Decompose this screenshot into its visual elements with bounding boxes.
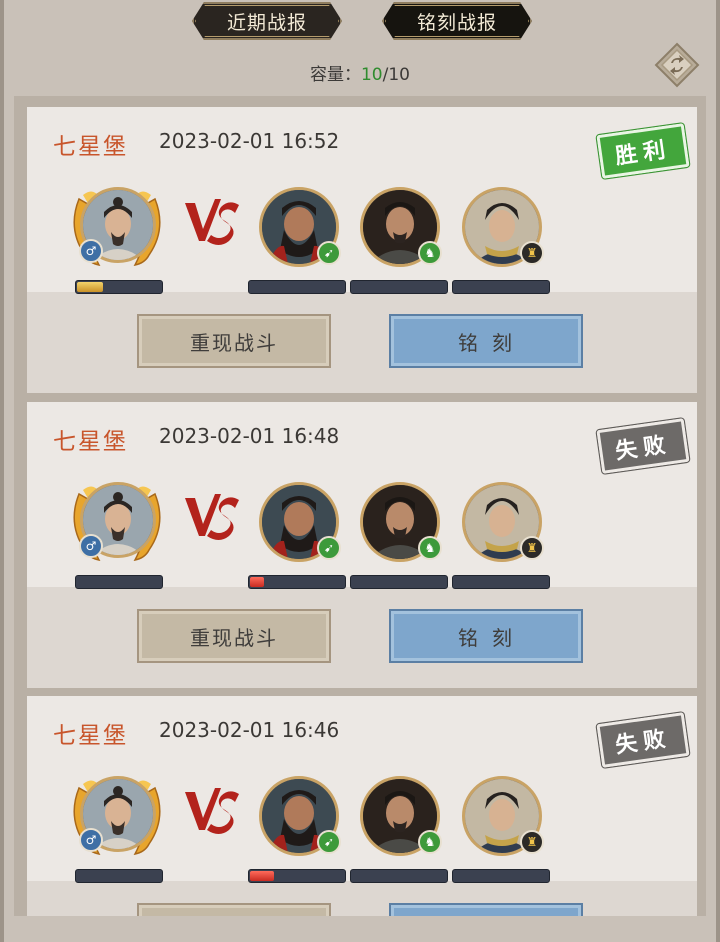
replay-battle-button[interactable]: 重现战斗 xyxy=(137,609,331,663)
defender-hp-fill-1 xyxy=(250,871,274,881)
defender-hero-3[interactable]: ♜ xyxy=(462,187,544,267)
report-list[interactable]: 七星堡 2023-02-01 16:52 胜利 ♂ ➹ ♞ ♜ 重现战斗 铭刻 … xyxy=(14,96,706,916)
defender-hp-bar-2 xyxy=(350,280,448,294)
defender-hp-bar-2 xyxy=(350,575,448,589)
defender-hero-2[interactable]: ♞ xyxy=(360,776,442,856)
defender-hp-bar-3 xyxy=(452,575,550,589)
battle-time: 2023-02-01 16:46 xyxy=(159,718,340,742)
attacker-hp-bar xyxy=(75,575,163,589)
battle-report-card: 七星堡 2023-02-01 16:48 失败 ♂ ➹ ♞ ♜ 重现战斗 铭刻 xyxy=(27,402,697,688)
replay-battle-button[interactable]: 重现战斗 xyxy=(137,314,331,368)
vs-icon xyxy=(185,494,239,540)
battle-report-card: 七星堡 2023-02-01 16:46 失败 ♂ ➹ ♞ ♜ xyxy=(27,696,697,916)
male-icon: ♂ xyxy=(79,239,103,263)
engrave-button[interactable]: 铭刻 xyxy=(389,609,583,663)
defender-hp-bar-2 xyxy=(350,869,448,883)
replay-battle-button[interactable]: 重现战斗 xyxy=(137,903,331,916)
defender-hero-2[interactable]: ♞ xyxy=(360,187,442,267)
capacity-max: 10 xyxy=(388,65,410,85)
defender-hero-1[interactable]: ➹ xyxy=(259,776,341,856)
battle-location: 七星堡 xyxy=(53,429,128,455)
horse-icon: ♞ xyxy=(418,830,442,854)
refresh-button[interactable] xyxy=(654,42,700,88)
defender-hp-bar-1 xyxy=(248,280,346,294)
defender-hp-bar-3 xyxy=(452,869,550,883)
frame-right xyxy=(716,0,720,942)
attacker-hero[interactable]: ♂ xyxy=(69,179,165,275)
engrave-button[interactable]: 铭刻 xyxy=(389,314,583,368)
capacity-current: 10 xyxy=(360,65,383,85)
defender-hero-1[interactable]: ➹ xyxy=(259,482,341,562)
bow-icon: ➹ xyxy=(317,241,341,265)
tab-engraved-reports[interactable]: 铭刻战报 xyxy=(382,2,532,40)
defender-hp-bar-1 xyxy=(248,575,346,589)
helmet-icon: ♜ xyxy=(520,536,544,560)
battle-location: 七星堡 xyxy=(53,134,128,160)
engrave-button[interactable]: 铭刻 xyxy=(389,903,583,916)
helmet-icon: ♜ xyxy=(520,830,544,854)
defender-hp-bar-3 xyxy=(452,280,550,294)
tab-engrave-label: 铭刻战报 xyxy=(416,11,497,34)
horse-icon: ♞ xyxy=(418,241,442,265)
bow-icon: ➹ xyxy=(317,830,341,854)
attacker-hp-bar xyxy=(75,869,163,883)
helmet-icon: ♜ xyxy=(520,241,544,265)
bow-icon: ➹ xyxy=(317,536,341,560)
attacker-hp-fill xyxy=(77,282,103,292)
defender-hero-1[interactable]: ➹ xyxy=(259,187,341,267)
tab-recent-label: 近期战报 xyxy=(226,11,307,34)
battle-time: 2023-02-01 16:48 xyxy=(159,424,340,448)
defender-hp-bar-1 xyxy=(248,869,346,883)
battle-location: 七星堡 xyxy=(53,723,128,749)
battle-report-card: 七星堡 2023-02-01 16:52 胜利 ♂ ➹ ♞ ♜ 重现战斗 铭刻 xyxy=(27,107,697,393)
battle-time: 2023-02-01 16:52 xyxy=(159,129,340,153)
defender-hero-2[interactable]: ♞ xyxy=(360,482,442,562)
capacity-readout: 容量：10/10 xyxy=(0,60,720,85)
male-icon: ♂ xyxy=(79,828,103,852)
card-actions-area xyxy=(27,587,697,688)
refresh-icon xyxy=(654,42,700,88)
defender-hp-fill-1 xyxy=(250,577,265,587)
vs-icon xyxy=(185,199,239,245)
defender-hero-3[interactable]: ♜ xyxy=(462,776,544,856)
tab-recent-reports[interactable]: 近期战报 xyxy=(192,2,342,40)
attacker-hero[interactable]: ♂ xyxy=(69,768,165,864)
vs-icon xyxy=(185,788,239,834)
horse-icon: ♞ xyxy=(418,536,442,560)
attacker-hero[interactable]: ♂ xyxy=(69,474,165,570)
attacker-hp-bar xyxy=(75,280,163,294)
card-actions-area xyxy=(27,881,697,916)
capacity-label: 容量： xyxy=(309,65,361,85)
card-actions-area xyxy=(27,292,697,393)
frame-left xyxy=(0,0,4,942)
male-icon: ♂ xyxy=(79,534,103,558)
defender-hero-3[interactable]: ♜ xyxy=(462,482,544,562)
